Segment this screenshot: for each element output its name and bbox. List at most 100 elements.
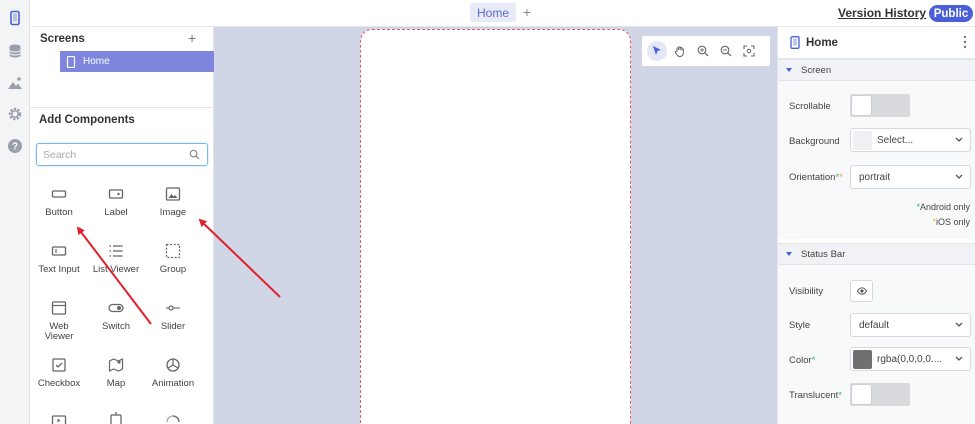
visibility-toggle-button[interactable] xyxy=(850,280,873,302)
component-switch[interactable]: Switch xyxy=(87,298,145,350)
design-canvas[interactable] xyxy=(214,27,777,424)
caret-down-icon xyxy=(786,252,792,256)
background-label: Background xyxy=(789,136,840,147)
progress-icon xyxy=(166,415,180,423)
component-label: Map xyxy=(106,378,126,389)
component-label: Group xyxy=(159,264,187,275)
component-label: List Viewer xyxy=(92,264,140,275)
background-value: Select... xyxy=(877,134,914,146)
properties-panel: Home Screen Scrollable Background Select… xyxy=(777,27,975,424)
text-input-icon xyxy=(51,246,67,256)
left-icon-rail: ? xyxy=(0,0,30,424)
component-web-viewer[interactable]: Web Viewer xyxy=(30,298,88,350)
list-viewer-icon xyxy=(109,245,123,257)
app-root: ? Home + Version History Public Screens … xyxy=(0,0,975,424)
device-frame[interactable] xyxy=(360,29,631,424)
screen-section-header[interactable]: Screen xyxy=(778,59,975,81)
tab-home[interactable]: Home xyxy=(470,3,516,22)
screen-item-home[interactable]: Home xyxy=(60,51,214,72)
android-only-note: *Android only xyxy=(916,202,970,212)
chevron-down-icon xyxy=(955,322,963,327)
component-label: Slider xyxy=(160,321,186,332)
component-list-viewer[interactable]: List Viewer xyxy=(87,241,145,293)
scrollable-toggle[interactable] xyxy=(850,94,910,117)
component-group[interactable]: Group xyxy=(144,241,202,293)
images-icon[interactable] xyxy=(5,73,25,93)
more-options-icon[interactable] xyxy=(963,35,967,49)
component-label: Image xyxy=(159,207,187,218)
status-bar-section-body: Visibility Style default Color* rgba(0,0… xyxy=(778,265,975,424)
zoom-in-icon[interactable] xyxy=(693,41,713,61)
animation-icon xyxy=(166,358,180,372)
toggle-knob xyxy=(852,385,871,404)
color-label: Color* xyxy=(789,355,816,366)
component-search[interactable] xyxy=(36,143,208,166)
search-input[interactable] xyxy=(43,148,183,162)
background-select[interactable]: Select... xyxy=(850,128,971,152)
component-animation[interactable]: Animation xyxy=(144,355,202,407)
color-select[interactable]: rgba(0,0,0,0.... xyxy=(850,347,971,371)
public-badge[interactable]: Public xyxy=(929,5,973,22)
slider-icon xyxy=(166,305,180,311)
label-icon xyxy=(108,189,124,199)
component-label: Label xyxy=(104,207,128,218)
translucent-toggle[interactable] xyxy=(850,383,910,406)
group-icon xyxy=(165,243,181,259)
device-icon xyxy=(790,36,800,49)
add-screen-button[interactable]: + xyxy=(188,30,196,46)
chevron-down-icon xyxy=(955,137,963,142)
toggle-knob xyxy=(852,96,871,115)
properties-header: Home xyxy=(778,27,975,59)
translucent-label: Translucent* xyxy=(789,390,842,401)
add-tab-button[interactable]: + xyxy=(520,3,534,22)
settings-gear-icon[interactable] xyxy=(5,104,25,124)
component-label: Button xyxy=(45,207,73,218)
chevron-down-icon xyxy=(955,174,963,179)
component-button[interactable]: Button xyxy=(30,184,88,236)
timer-icon xyxy=(110,412,122,424)
component-label: Animation xyxy=(151,378,195,389)
component-text-input[interactable]: Text Input xyxy=(30,241,88,293)
canvas-toolbar xyxy=(642,36,770,66)
properties-title: Home xyxy=(806,37,838,49)
status-bar-section-header[interactable]: Status Bar xyxy=(778,243,975,265)
map-icon xyxy=(108,358,124,372)
eye-icon xyxy=(856,287,867,295)
database-icon[interactable] xyxy=(5,41,25,61)
zoom-out-icon[interactable] xyxy=(716,41,736,61)
component-image[interactable]: Image xyxy=(144,184,202,236)
screens-heading: Screens xyxy=(40,33,85,45)
color-value: rgba(0,0,0,0.... xyxy=(877,353,943,365)
component-label[interactable]: Label xyxy=(87,184,145,236)
style-value: default xyxy=(859,319,890,331)
version-history-link[interactable]: Version History xyxy=(838,6,926,20)
style-select[interactable]: default xyxy=(850,313,971,337)
divider xyxy=(30,107,214,108)
component-label: Checkbox xyxy=(37,378,81,389)
caret-down-icon xyxy=(786,68,792,72)
add-components-heading: Add Components xyxy=(39,114,135,126)
screen-item-label: Home xyxy=(83,56,110,67)
scrollable-label: Scrollable xyxy=(789,101,831,112)
visibility-label: Visibility xyxy=(789,286,824,297)
component-map[interactable]: Map xyxy=(87,355,145,407)
device-icon xyxy=(66,55,76,68)
component-slider[interactable]: Slider xyxy=(144,298,202,350)
section-title: Screen xyxy=(801,64,832,76)
background-swatch xyxy=(853,130,872,150)
fit-screen-icon[interactable] xyxy=(739,41,759,61)
help-icon[interactable]: ? xyxy=(5,136,25,156)
device-icon[interactable] xyxy=(5,8,25,28)
orientation-value: portrait xyxy=(859,171,891,183)
component-checkbox[interactable]: Checkbox xyxy=(30,355,88,407)
section-title: Status Bar xyxy=(801,248,846,260)
chevron-down-icon xyxy=(955,356,963,361)
top-bar: Home + Version History Public xyxy=(30,0,975,27)
video-icon xyxy=(51,415,67,424)
orientation-select[interactable]: portrait xyxy=(850,165,971,189)
pan-hand-icon[interactable] xyxy=(670,41,690,61)
svg-text:?: ? xyxy=(12,142,18,153)
color-swatch xyxy=(853,349,872,369)
select-pointer-icon[interactable] xyxy=(647,41,667,61)
checkbox-icon xyxy=(52,358,66,372)
